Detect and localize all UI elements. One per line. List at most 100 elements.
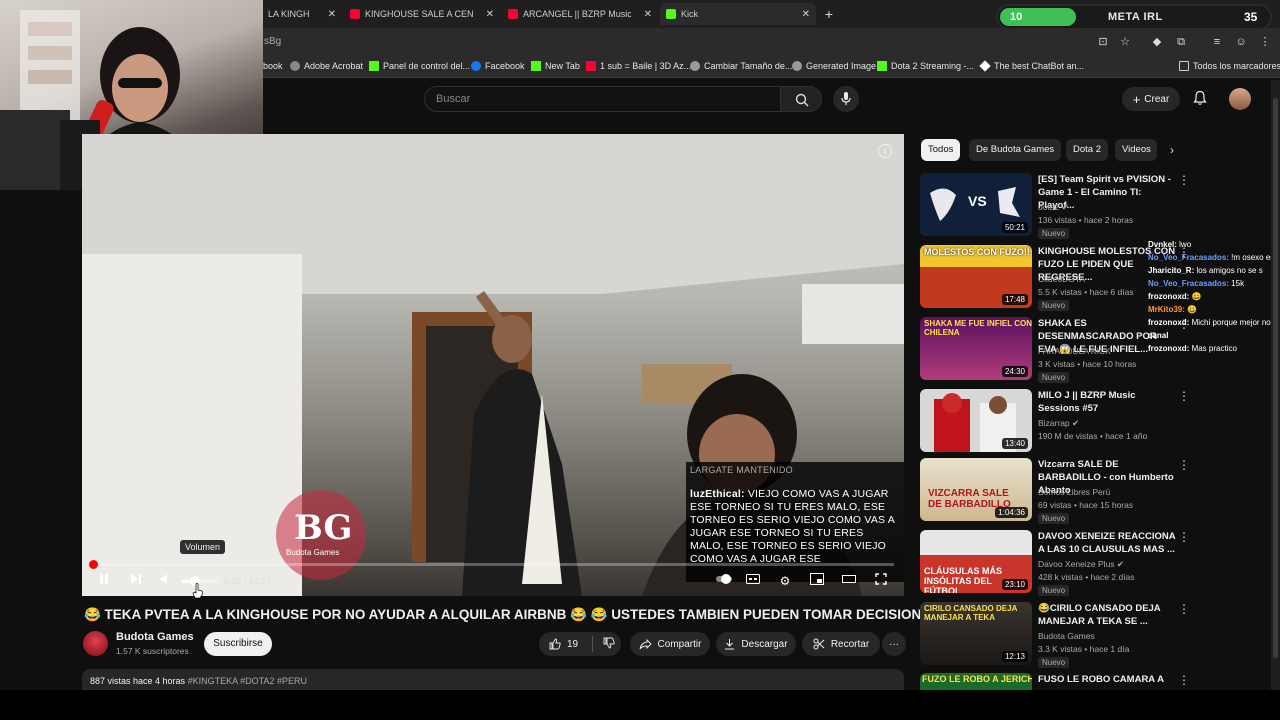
recommendation-title[interactable]: MILO J || BZRP Music Sessions #57 xyxy=(1038,389,1176,415)
video-thumbnail[interactable]: SHAKA ME FUE INFIEL CON CHILENA 24:30 xyxy=(920,317,1032,380)
recommendation-item[interactable]: 13:40 MILO J || BZRP Music Sessions #57 … xyxy=(920,389,1270,453)
recommendation-item[interactable]: CIRILO CANSADO DEJA MANEJAR A TEKA 12:13… xyxy=(920,602,1270,668)
voice-search-button[interactable] xyxy=(833,86,859,112)
autoplay-toggle[interactable] xyxy=(716,573,732,589)
search-input[interactable]: Buscar xyxy=(424,86,781,112)
next-button[interactable] xyxy=(128,573,144,589)
like-button[interactable]: 19 xyxy=(549,638,578,650)
recommendation-channel[interactable]: dota2 ✔ xyxy=(1038,202,1069,213)
video-thumbnail[interactable]: VS 50:21 xyxy=(920,173,1032,236)
extensions-puzzle-icon[interactable]: ⧉ xyxy=(1174,35,1188,49)
chat-user: Dvnkel: xyxy=(1148,240,1177,249)
more-vertical-icon[interactable]: ⋮ xyxy=(1178,530,1190,544)
profile-icon[interactable]: ☺ xyxy=(1234,35,1248,49)
create-button[interactable]: + Crear xyxy=(1122,87,1180,111)
share-button[interactable]: Compartir xyxy=(630,632,710,656)
bookmark-panel[interactable]: Panel de control del... xyxy=(369,61,470,71)
video-thumbnail[interactable]: MOLESTOS CON FUZO!! 17:48 xyxy=(920,245,1032,308)
recommendation-item[interactable]: VIZCARRA SALE DE BARBADILLO 1:04:36 Vizc… xyxy=(920,458,1270,524)
video-thumbnail[interactable]: 13:40 xyxy=(920,389,1032,452)
more-vertical-icon[interactable]: ⋮ xyxy=(1178,173,1190,187)
dislike-button[interactable] xyxy=(603,637,615,652)
chip-todos[interactable]: Todos xyxy=(921,139,961,161)
settings-button[interactable]: ⚙ xyxy=(777,573,793,589)
hashtags[interactable]: #KINGTEKA #DOTA2 #PERU xyxy=(188,676,307,686)
browser-tab-3[interactable]: ARCANGEL || BZRP Music Sessi ✕ xyxy=(502,3,658,25)
channel-name[interactable]: Budota Games xyxy=(116,631,194,643)
bookmark-generated[interactable]: Generated Image xyxy=(792,61,876,71)
info-icon[interactable]: i xyxy=(878,144,892,158)
recommendation-title[interactable]: FUSO LE ROBO CAMARA A xyxy=(1038,673,1176,686)
recommendation-channel[interactable]: Budota Games xyxy=(1038,631,1095,641)
more-actions-button[interactable]: ··· xyxy=(882,632,906,656)
extension-diamond-icon[interactable]: ◆ xyxy=(1150,35,1164,49)
progress-bar[interactable] xyxy=(92,563,894,566)
recommendation-channel[interactable]: Bizarrap ✔ xyxy=(1038,418,1079,429)
video-thumbnail[interactable]: FUZO LE ROBO A JERICHO ? xyxy=(920,673,1032,690)
url-text[interactable]: sBg xyxy=(264,36,281,47)
subscribe-button[interactable]: Suscribirse xyxy=(204,632,272,656)
recommendation-channel[interactable]: Somos Libres Perú xyxy=(1038,487,1110,497)
miniplayer-button[interactable] xyxy=(809,573,825,589)
bookmark-label: The best ChatBot an... xyxy=(994,61,1085,71)
recommendation-channel[interactable]: ClideoDOTA xyxy=(1038,274,1085,284)
bookmark-all[interactable]: Todos los marcadores xyxy=(1179,61,1280,71)
pause-button[interactable] xyxy=(96,573,112,589)
video-thumbnail[interactable]: VIZCARRA SALE DE BARBADILLO 1:04:36 xyxy=(920,458,1032,521)
chip-budota-games[interactable]: De Budota Games xyxy=(969,139,1062,161)
reading-list-icon[interactable]: ≡ xyxy=(1210,35,1224,49)
download-button[interactable]: Descargar xyxy=(716,632,796,656)
chip-dota-2[interactable]: Dota 2 xyxy=(1066,139,1108,161)
bookmark-cambiar[interactable]: Cambiar Tamaño de... xyxy=(690,61,792,71)
chevron-right-icon[interactable]: › xyxy=(1164,142,1180,158)
more-vertical-icon[interactable]: ⋮ xyxy=(1178,389,1190,403)
bookmark-adobe[interactable]: Adobe Acrobat xyxy=(290,61,363,71)
progress-scrubber[interactable] xyxy=(89,560,98,569)
close-icon[interactable]: ✕ xyxy=(324,9,336,20)
bookmark-newtab[interactable]: New Tab xyxy=(531,61,580,71)
chat-line: frozonoxd: Michi porque mejor no hace xyxy=(1148,316,1280,329)
video-thumbnail[interactable]: CLÁUSULAS MÁS INSÓLITAS DEL FÚTBOL 23:10 xyxy=(920,530,1032,593)
recommendation-item[interactable]: VS 50:21 [ES] Team Spirit vs PVISION - G… xyxy=(920,173,1270,239)
recommendation-title[interactable]: DAVOO XENEIZE REACCIONA A LAS 10 CLAUSUL… xyxy=(1038,530,1176,556)
close-icon[interactable]: ✕ xyxy=(640,9,652,20)
recommendation-channel[interactable]: Davoo Xeneize Plus ✔ xyxy=(1038,559,1124,570)
account-avatar[interactable] xyxy=(1229,88,1251,110)
clip-button[interactable]: Recortar xyxy=(802,632,880,656)
video-thumbnail[interactable]: CIRILO CANSADO DEJA MANEJAR A TEKA 12:13 xyxy=(920,602,1032,665)
bookmark-facebook[interactable]: Facebook xyxy=(471,61,525,71)
new-tab-button[interactable]: + xyxy=(820,5,838,23)
theater-mode-button[interactable] xyxy=(841,573,857,589)
recommendation-channel[interactable]: FARANDULA KICK xyxy=(1038,346,1111,356)
recommendation-title[interactable]: 😂CIRILO CANSADO DEJA MANEJAR A TEKA SE .… xyxy=(1038,602,1176,628)
bookmark-baile[interactable]: 1 sub = Baile | 3D Az... xyxy=(586,61,691,71)
notifications-button[interactable] xyxy=(1192,90,1210,108)
kick-icon xyxy=(369,61,379,71)
bookmark-label: Adobe Acrobat xyxy=(304,61,364,71)
mute-button[interactable] xyxy=(158,573,174,589)
bookmark-chatbot[interactable]: The best ChatBot an... xyxy=(979,60,1085,72)
browser-menu-icon[interactable]: ⋮ xyxy=(1258,35,1272,49)
more-vertical-icon[interactable]: ⋮ xyxy=(1178,602,1190,616)
close-icon[interactable]: ✕ xyxy=(482,9,494,20)
recommendation-item[interactable]: FUZO LE ROBO A JERICHO ? FUSO LE ROBO CA… xyxy=(920,673,1270,690)
scrollbar-thumb[interactable] xyxy=(1273,98,1278,658)
bookmark-dota[interactable]: Dota 2 Streaming -... xyxy=(877,61,974,71)
channel-avatar[interactable] xyxy=(83,631,108,656)
recommendation-item[interactable]: CLÁUSULAS MÁS INSÓLITAS DEL FÚTBOL 23:10… xyxy=(920,530,1270,596)
folder-icon xyxy=(1179,61,1189,71)
more-vertical-icon[interactable]: ⋮ xyxy=(1178,458,1190,472)
chip-videos[interactable]: Videos xyxy=(1115,139,1157,161)
subtitles-button[interactable] xyxy=(745,573,761,589)
thumbs-up-icon xyxy=(549,638,561,650)
bookmark-star-icon[interactable]: ☆ xyxy=(1118,35,1132,49)
search-button[interactable] xyxy=(781,86,822,112)
browser-tab-4[interactable]: Kick ✕ xyxy=(660,3,816,25)
bookmark-partial[interactable]: book xyxy=(263,61,283,71)
close-icon[interactable]: ✕ xyxy=(798,9,810,20)
more-vertical-icon[interactable]: ⋮ xyxy=(1178,673,1190,687)
browser-tab-1[interactable]: LA KINGH ✕ xyxy=(262,3,342,25)
browser-tab-2[interactable]: KINGHOUSE SALE A CENAR EN ✕ xyxy=(344,3,500,25)
fullscreen-button[interactable] xyxy=(873,573,889,589)
install-app-icon[interactable]: ⊡ xyxy=(1096,35,1110,49)
